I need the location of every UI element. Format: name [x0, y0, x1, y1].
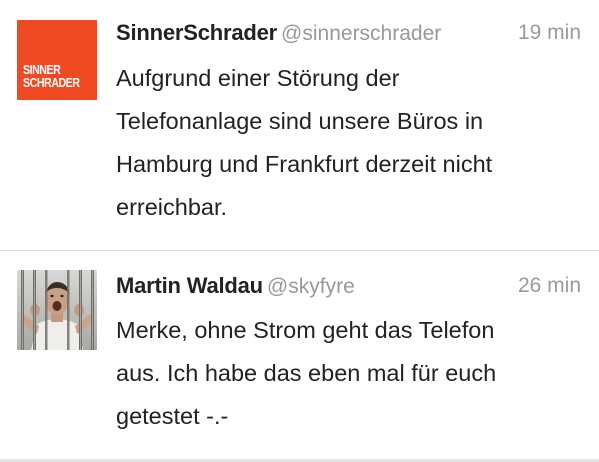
tweet-text: Aufgrund einer Störung der Telefonanlage… — [116, 65, 493, 220]
timestamp: 19 min — [517, 21, 581, 44]
author-name[interactable]: SinnerSchrader — [116, 20, 277, 45]
tweet-header: Martin Waldau @skyfyre 26 min — [116, 273, 581, 303]
tweet-header: SinnerSchrader @sinnerschrader 19 min — [116, 20, 581, 50]
timestamp: 26 min — [517, 274, 581, 297]
author-name[interactable]: Martin Waldau — [116, 273, 263, 298]
avatar[interactable] — [17, 270, 97, 350]
person-behind-bars-photo — [17, 270, 97, 350]
tweet-timeline: SINNER SCHRADER SinnerSchrader @sinnersch… — [0, 0, 599, 462]
tweet-item[interactable]: SINNER SCHRADER SinnerSchrader @sinnersch… — [0, 0, 599, 250]
sinnerschrader-logo: SINNER SCHRADER — [23, 62, 80, 90]
author-handle[interactable]: @sinnerschrader — [281, 22, 441, 45]
avatar[interactable]: SINNER SCHRADER — [17, 20, 97, 100]
tweet-text: Merke, ohne Strom geht das Telefon aus. … — [116, 317, 497, 429]
author-handle[interactable]: @skyfyre — [267, 275, 355, 298]
tweet-item[interactable]: Martin Waldau @skyfyre 26 min Merke, ohne… — [0, 251, 599, 462]
